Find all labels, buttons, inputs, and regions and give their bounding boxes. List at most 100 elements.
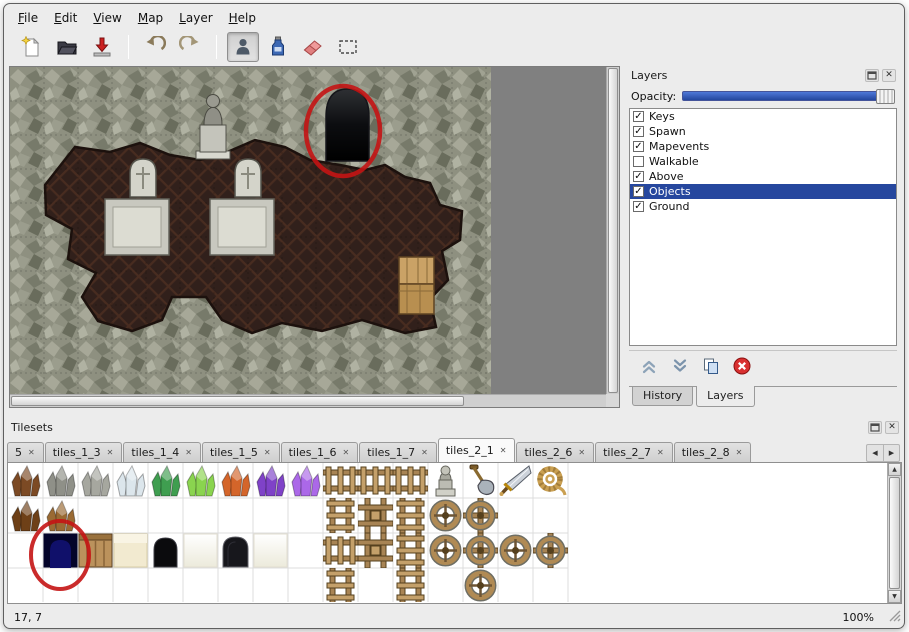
tilesets-panel-header: Tilesets ✕ — [5, 418, 904, 436]
menu-edit[interactable]: Edit — [46, 8, 85, 28]
layers-panel: Layers ✕ Opacity: ✓ Keys ✓ Spawn ✓ Ma — [625, 66, 901, 408]
menu-map[interactable]: Map — [130, 8, 171, 28]
menu-view[interactable]: View — [85, 8, 129, 28]
undo-icon — [144, 36, 166, 58]
app-window: File Edit View Map Layer Help — [3, 3, 905, 629]
menu-file[interactable]: File — [10, 8, 46, 28]
tileset-tab[interactable]: tiles_1_3✕ — [45, 442, 123, 462]
scrollbar-handle[interactable] — [608, 68, 618, 393]
tileset-tabbar: 5✕ tiles_1_3✕ tiles_1_4✕ tiles_1_5✕ tile… — [7, 438, 864, 462]
tileset-tab[interactable]: tiles_2_6✕ — [516, 442, 594, 462]
tileset-content: ▲ ▼ — [7, 462, 902, 604]
layer-checkbox[interactable]: ✓ — [633, 126, 644, 137]
menu-help[interactable]: Help — [221, 8, 264, 28]
tab-close-icon[interactable]: ✕ — [263, 448, 272, 458]
undo-button[interactable] — [139, 32, 171, 62]
raise-layer-button[interactable] — [639, 356, 659, 376]
cursor-coordinates: 17, 7 — [4, 611, 843, 624]
tileset-vertical-scrollbar[interactable]: ▲ ▼ — [887, 463, 901, 603]
opacity-slider[interactable] — [682, 91, 895, 101]
layer-row-ground[interactable]: ✓ Ground — [630, 199, 896, 214]
tab-scroll-right-icon[interactable]: ▶ — [883, 445, 899, 461]
layer-checkbox[interactable]: ✓ — [633, 186, 644, 197]
layer-row-spawn[interactable]: ✓ Spawn — [630, 124, 896, 139]
layer-row-above[interactable]: ✓ Above — [630, 169, 896, 184]
delete-layer-button[interactable] — [732, 356, 752, 376]
selected-tile — [44, 534, 78, 569]
tileset-tab[interactable]: tiles_1_5✕ — [202, 442, 280, 462]
tab-close-icon[interactable]: ✕ — [735, 448, 744, 458]
tab-close-icon[interactable]: ✕ — [656, 448, 665, 458]
selection-rect-icon — [337, 36, 359, 58]
open-folder-icon — [56, 36, 78, 58]
tab-history[interactable]: History — [632, 387, 693, 406]
tab-close-icon[interactable]: ✕ — [106, 448, 115, 458]
tileset-tab[interactable]: tiles_1_4✕ — [123, 442, 201, 462]
layer-actions-toolbar — [629, 350, 897, 380]
fill-tool-button[interactable] — [262, 32, 294, 62]
tab-close-icon[interactable]: ✕ — [577, 448, 586, 458]
select-region-tool-button[interactable] — [332, 32, 364, 62]
scroll-down-icon[interactable]: ▼ — [888, 590, 901, 603]
tab-close-icon[interactable]: ✕ — [420, 448, 429, 458]
layer-row-keys[interactable]: ✓ Keys — [630, 109, 896, 124]
menubar: File Edit View Map Layer Help — [10, 7, 264, 29]
layer-checkbox[interactable]: ✓ — [633, 111, 644, 122]
layer-checkbox[interactable]: ✓ — [633, 171, 644, 182]
save-button[interactable] — [86, 32, 118, 62]
stamp-tool-button[interactable] — [227, 32, 259, 62]
map-horizontal-scrollbar[interactable] — [10, 394, 606, 407]
close-panel-icon[interactable]: ✕ — [882, 69, 896, 82]
scroll-up-icon[interactable]: ▲ — [888, 463, 901, 476]
layer-label: Mapevents — [649, 140, 709, 153]
layer-checkbox[interactable]: ✓ — [633, 141, 644, 152]
tileset-tab-active[interactable]: tiles_2_1✕ — [438, 438, 516, 462]
opacity-slider-handle[interactable] — [876, 89, 895, 104]
scrollbar-handle[interactable] — [11, 396, 464, 406]
tileset-tab[interactable]: tiles_2_7✕ — [595, 442, 673, 462]
tab-scroll-left-icon[interactable]: ◀ — [867, 445, 883, 461]
float-panel-button[interactable] — [868, 421, 882, 434]
menu-layer[interactable]: Layer — [171, 8, 220, 28]
tilesets-panel: Tilesets ✕ 5✕ tiles_1_3✕ tiles_1_4✕ tile… — [5, 418, 904, 606]
resize-grip[interactable] — [889, 610, 901, 625]
float-panel-button[interactable] — [865, 69, 879, 82]
tileset-tab[interactable]: tiles_1_6✕ — [281, 442, 359, 462]
scrollbar-handle[interactable] — [889, 477, 900, 589]
opacity-label: Opacity: — [631, 90, 676, 103]
layer-label: Ground — [649, 200, 689, 213]
tileset-tab[interactable]: tiles_2_8✕ — [674, 442, 752, 462]
layer-row-walkable[interactable]: Walkable — [630, 154, 896, 169]
redo-icon — [179, 36, 201, 58]
layer-label: Spawn — [649, 125, 686, 138]
layer-label: Keys — [649, 110, 675, 123]
tab-scroll-buttons: ◀ ▶ — [866, 444, 900, 462]
tileset-canvas[interactable] — [8, 463, 876, 602]
tab-layers[interactable]: Layers — [696, 386, 754, 407]
ink-bottle-icon — [267, 36, 289, 58]
layer-row-mapevents[interactable]: ✓ Mapevents — [630, 139, 896, 154]
map-vertical-scrollbar[interactable] — [606, 67, 619, 394]
tileset-tab[interactable]: tiles_1_7✕ — [359, 442, 437, 462]
layer-label: Above — [649, 170, 684, 183]
toolbar-separator — [216, 35, 217, 59]
eraser-tool-button[interactable] — [297, 32, 329, 62]
open-button[interactable] — [51, 32, 83, 62]
redo-button[interactable] — [174, 32, 206, 62]
tab-close-icon[interactable]: ✕ — [499, 446, 508, 456]
tileset-tab[interactable]: 5✕ — [7, 442, 44, 462]
layer-checkbox[interactable] — [633, 156, 644, 167]
map-canvas[interactable] — [10, 67, 491, 394]
close-panel-icon[interactable]: ✕ — [885, 421, 899, 434]
new-file-button[interactable] — [16, 32, 48, 62]
duplicate-layer-button[interactable] — [701, 356, 721, 376]
layers-panel-header: Layers ✕ — [625, 66, 901, 84]
person-stamp-icon — [232, 36, 254, 58]
tab-close-icon[interactable]: ✕ — [342, 448, 351, 458]
lower-layer-button[interactable] — [670, 356, 690, 376]
layer-row-objects[interactable]: ✓ Objects — [630, 184, 896, 199]
tab-close-icon[interactable]: ✕ — [27, 448, 36, 458]
tab-close-icon[interactable]: ✕ — [184, 448, 193, 458]
layer-label: Objects — [649, 185, 691, 198]
layer-checkbox[interactable]: ✓ — [633, 201, 644, 212]
